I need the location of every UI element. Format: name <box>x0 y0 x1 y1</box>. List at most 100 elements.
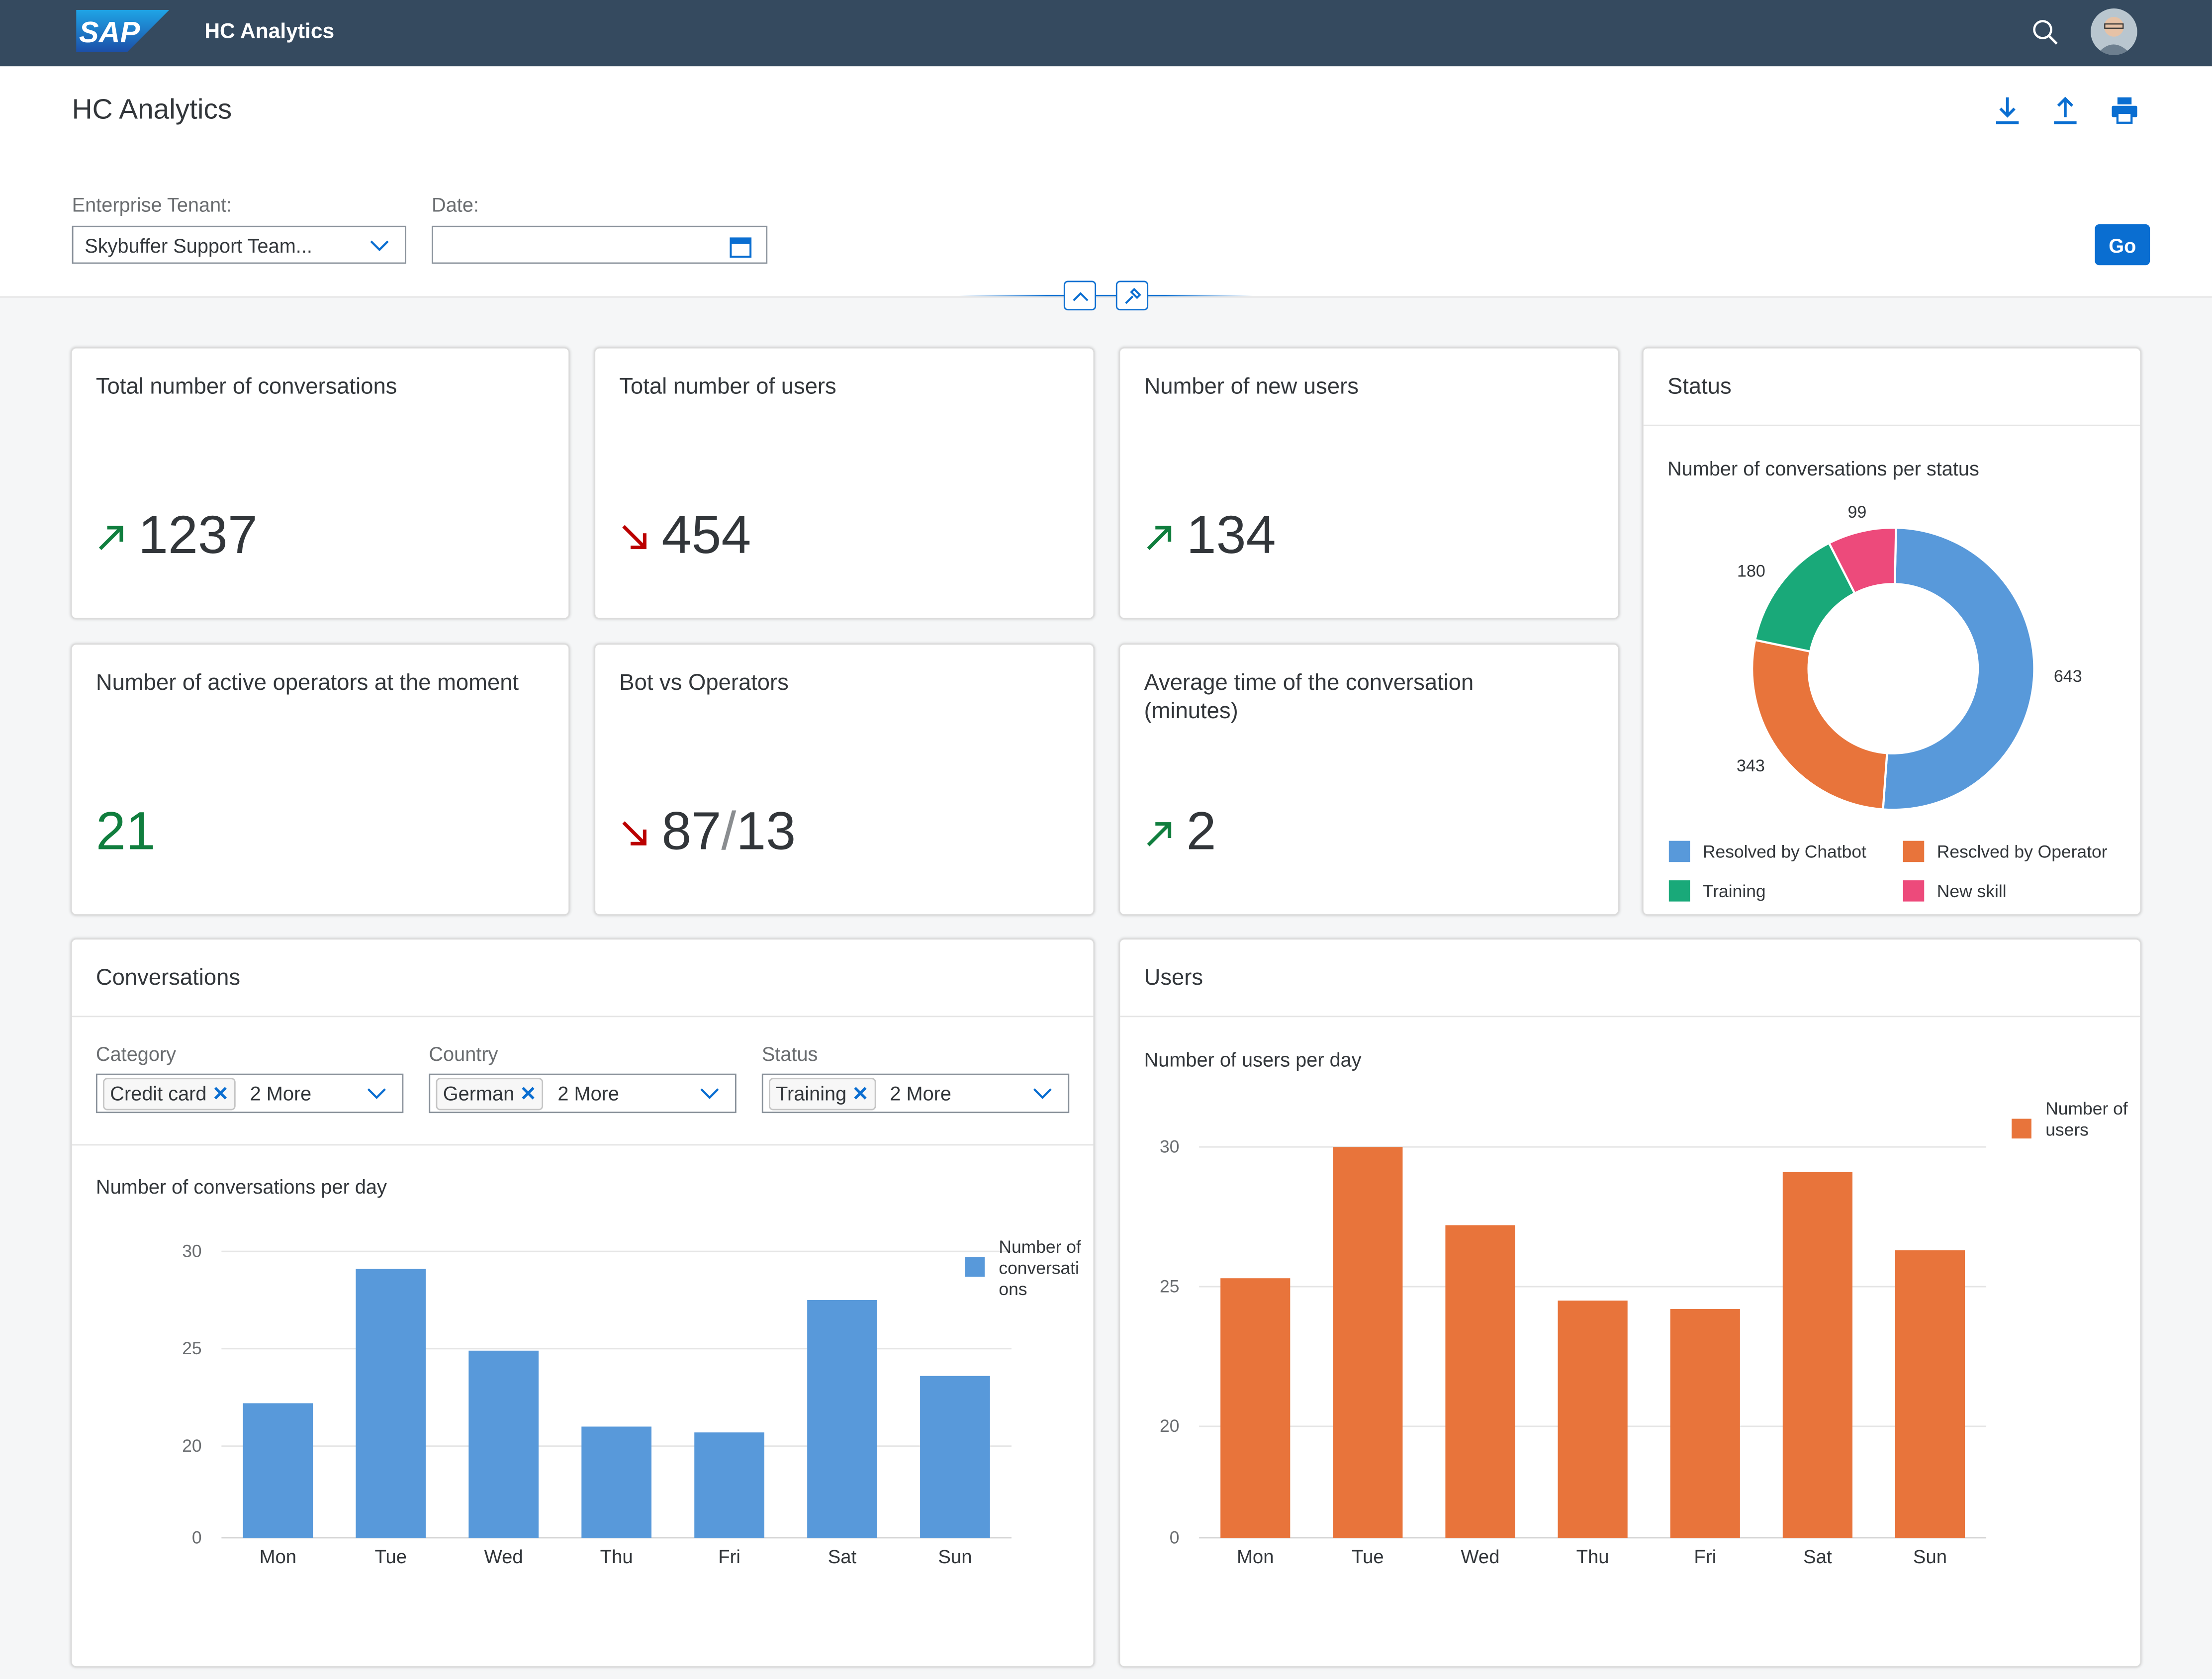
bar <box>1445 1225 1515 1538</box>
donut-slice <box>1751 639 1888 811</box>
x-tick-label: Fri <box>1694 1546 1716 1568</box>
legend-label: Resclved by Operator <box>1937 842 2108 862</box>
filter-status-multicombobox[interactable]: Training ✕ 2 More <box>761 1073 1070 1114</box>
x-tick-label: Sun <box>1913 1546 1947 1568</box>
header-divider <box>959 294 1253 296</box>
kpi-separator: / <box>721 803 737 862</box>
token-remove-icon[interactable]: ✕ <box>852 1081 869 1105</box>
bar <box>1782 1172 1852 1538</box>
status-card: Status Number of conversations per statu… <box>1642 347 2142 916</box>
legend-label: Number of <box>999 1237 1081 1257</box>
chart-title: Number of conversations per status <box>1667 457 1979 480</box>
filter-token[interactable]: German ✕ <box>436 1077 544 1110</box>
kpi-value-bot: 87 <box>661 803 722 862</box>
donut-slice <box>1882 526 2035 811</box>
filter-label: Country <box>429 1042 498 1065</box>
legend-swatch <box>1668 840 1690 862</box>
tenant-value: Skybuffer Support Team... <box>85 234 312 257</box>
bar <box>1895 1250 1965 1538</box>
y-tick-label: 0 <box>192 1527 202 1547</box>
pin-header-button[interactable] <box>1115 280 1149 311</box>
kpi-title: Total number of conversations <box>95 375 397 399</box>
x-tick-label: Wed <box>1461 1546 1499 1568</box>
trend-up-icon <box>1147 525 1172 550</box>
kpi-title: Bot vs Operators <box>619 671 789 696</box>
kpi-card-average-time[interactable]: Average time of the conversation (minute… <box>1118 643 1620 916</box>
donut-data-label: 343 <box>1737 756 1765 775</box>
bar <box>1670 1309 1740 1538</box>
go-button[interactable]: Go <box>2095 224 2150 266</box>
page-title: HC Analytics <box>72 94 232 126</box>
kpi-value: 1237 <box>138 506 258 566</box>
pin-icon <box>1124 287 1141 303</box>
legend-label: Training <box>1703 881 1766 901</box>
tenant-select[interactable]: Skybuffer Support Team... <box>72 225 406 264</box>
print-icon[interactable] <box>2111 94 2139 125</box>
date-input[interactable] <box>432 225 768 264</box>
card-divider <box>72 1144 1094 1146</box>
card-title: Users <box>1144 966 1203 991</box>
kpi-card-new-users[interactable]: Number of new users 134 <box>1118 347 1620 620</box>
filter-token[interactable]: Credit card ✕ <box>103 1077 236 1110</box>
filter-country-multicombobox[interactable]: German ✕ 2 More <box>429 1073 737 1114</box>
legend-label: Number of <box>2045 1099 2128 1119</box>
bar <box>920 1376 990 1538</box>
card-title: Status <box>1667 375 1732 399</box>
sap-logo[interactable]: SAP <box>76 9 170 52</box>
date-label: Date: <box>432 193 479 216</box>
x-tick-label: Thu <box>1576 1546 1609 1568</box>
filter-label: Status <box>761 1042 818 1065</box>
legend-swatch <box>965 1257 985 1277</box>
shell-bar: SAP HC Analytics <box>0 0 2212 67</box>
multicombobox-field[interactable]: German ✕ 2 More <box>429 1073 737 1114</box>
users-bar-chart: 0 20 25 30 Mon Tue Wed Thu Fri Sat Sun Number ofuse… <box>1160 1099 2128 1568</box>
donut-data-label: 643 <box>2054 667 2082 686</box>
multicombobox-field[interactable]: Credit card ✕ 2 More <box>95 1073 404 1114</box>
collapse-header-button[interactable] <box>1063 280 1097 311</box>
trend-up-icon <box>1147 821 1172 846</box>
upload-icon[interactable] <box>2051 94 2080 125</box>
chevron-down-icon <box>370 240 389 252</box>
more-link[interactable]: 2 More <box>250 1082 312 1105</box>
more-link[interactable]: 2 More <box>557 1082 619 1105</box>
more-link[interactable]: 2 More <box>890 1082 951 1105</box>
token-remove-icon[interactable]: ✕ <box>212 1081 229 1105</box>
dynamic-page-header: HC Analytics Enterprise Tenant: Skybuffe… <box>0 66 2212 311</box>
tenant-label: Enterprise Tenant: <box>72 193 232 216</box>
chevron-down-icon[interactable] <box>698 1084 721 1104</box>
legend-label: Resolved by Chatbot <box>1703 842 1866 862</box>
y-tick-label: 0 <box>1170 1527 1180 1547</box>
card-divider <box>1120 1016 2140 1018</box>
user-avatar[interactable] <box>2090 8 2137 55</box>
chevron-down-icon[interactable] <box>1031 1084 1054 1104</box>
kpi-card-active-operators[interactable]: Number of active operators at the moment… <box>70 643 570 916</box>
kpi-card-bot-vs-operators[interactable]: Bot vs Operators 87/13 <box>594 643 1095 916</box>
chart-title: Number of conversations per day <box>95 1175 387 1198</box>
legend-label: New skill <box>1937 881 2007 901</box>
x-tick-label: Tue <box>1352 1546 1384 1568</box>
kpi-card-total-conversations[interactable]: Total number of conversations 1237 <box>70 347 570 620</box>
calendar-icon[interactable] <box>730 234 752 258</box>
trend-down-icon <box>622 820 646 845</box>
kpi-title: Number of new users <box>1144 375 1359 399</box>
x-tick-label: Sat <box>1803 1546 1832 1568</box>
token-remove-icon[interactable]: ✕ <box>520 1081 537 1105</box>
search-icon[interactable] <box>2031 18 2060 47</box>
trend-up-icon <box>98 525 123 550</box>
conversations-bar-chart: 0 20 25 30 Mon Tue Wed Thu Fri Sat Sun Number ofcon… <box>182 1237 1081 1568</box>
kpi-card-total-users[interactable]: Total number of users 454 <box>594 347 1095 620</box>
status-donut-chart: 643 343 180 99 Resolved by Chatbot Resclved b… <box>1668 503 2108 902</box>
y-tick-label: 25 <box>1160 1276 1179 1296</box>
multicombobox-field[interactable]: Training ✕ 2 More <box>761 1073 1070 1114</box>
kpi-title: Number of active operators at the moment <box>95 671 519 696</box>
token-label: Credit card <box>110 1082 207 1105</box>
filter-category-multicombobox[interactable]: Credit card ✕ 2 More <box>95 1073 404 1114</box>
download-icon[interactable] <box>1993 94 2022 125</box>
x-tick-label: Sat <box>828 1546 857 1568</box>
app-root: SAP HC Analytics HC Analytics Enterprise… <box>0 0 2212 1679</box>
filter-token[interactable]: Training ✕ <box>769 1077 876 1110</box>
card-divider <box>1643 424 2140 426</box>
chevron-down-icon[interactable] <box>366 1084 388 1104</box>
kpi-value-operators: 13 <box>736 803 796 862</box>
kpi-value: 2 <box>1186 803 1216 862</box>
